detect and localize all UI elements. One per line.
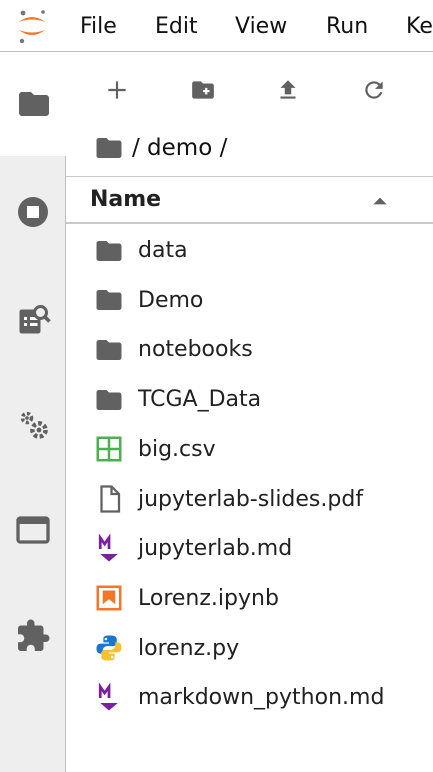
menu-run[interactable]: Run — [326, 14, 368, 39]
jupyter-logo-icon[interactable] — [14, 8, 50, 44]
folder-icon — [94, 236, 124, 266]
file-list-header[interactable]: Name — [66, 176, 433, 224]
file-row[interactable]: TCGA_Data — [66, 375, 433, 424]
markdown-icon — [94, 533, 124, 564]
notebook-icon — [94, 583, 124, 613]
upload-button[interactable] — [270, 74, 306, 106]
file-name: big.csv — [138, 436, 216, 462]
file-row[interactable]: big.csv — [66, 425, 433, 474]
tab-property-inspector[interactable] — [0, 372, 66, 476]
breadcrumb: / demo / — [94, 132, 227, 164]
plus-icon — [108, 81, 126, 99]
tab-commands[interactable] — [0, 268, 66, 372]
sort-ascending-icon[interactable] — [370, 191, 390, 211]
file-icon — [94, 484, 124, 514]
upload-icon — [280, 80, 296, 99]
menu-file[interactable]: File — [80, 14, 117, 39]
new-folder-button[interactable] — [185, 74, 221, 106]
file-row[interactable]: Demo — [66, 276, 433, 325]
new-launcher-button[interactable] — [99, 74, 135, 106]
tab-running[interactable] — [0, 160, 66, 264]
file-name: jupyterlab.md — [138, 536, 293, 562]
file-name: data — [138, 238, 188, 263]
column-name-header[interactable]: Name — [90, 187, 161, 212]
gears-icon — [20, 411, 48, 439]
breadcrumb-path[interactable]: / demo / — [132, 135, 227, 161]
file-name: Lorenz.ipynb — [138, 585, 279, 611]
menu-view[interactable]: View — [235, 14, 287, 39]
folder-icon — [94, 385, 124, 415]
file-row[interactable]: markdown_python.md — [66, 673, 433, 722]
file-name: Demo — [138, 287, 204, 313]
markdown-icon — [94, 682, 124, 713]
file-name: jupyterlab-slides.pdf — [138, 486, 364, 512]
menu-kernel[interactable]: Ke — [406, 14, 433, 39]
tab-extensions[interactable] — [0, 584, 66, 688]
left-sidebar — [0, 52, 67, 772]
new-folder-icon — [192, 81, 214, 99]
spreadsheet-icon — [94, 434, 124, 464]
stop-circle-icon — [18, 197, 48, 227]
window-icon — [16, 516, 50, 544]
file-name: lorenz.py — [138, 635, 240, 661]
home-folder-icon[interactable] — [94, 133, 124, 163]
menu-bar: File Edit View Run Ke — [0, 0, 433, 52]
file-name: notebooks — [138, 337, 253, 363]
file-row[interactable]: notebooks — [66, 325, 433, 374]
file-name: TCGA_Data — [138, 387, 262, 413]
file-row[interactable]: jupyterlab.md — [66, 524, 433, 573]
tab-file-browser[interactable] — [0, 52, 67, 156]
folder-icon — [94, 335, 124, 365]
file-row[interactable]: jupyterlab-slides.pdf — [66, 475, 433, 524]
file-name: markdown_python.md — [138, 685, 385, 711]
python-icon — [94, 633, 124, 663]
puzzle-icon — [18, 619, 50, 651]
file-row[interactable]: data — [66, 226, 433, 275]
tab-open-tabs[interactable] — [0, 478, 66, 582]
refresh-icon — [365, 81, 383, 99]
command-palette-icon — [19, 305, 51, 334]
file-browser-panel: / demo / Name data Demo notebooks TCGA_Data… — [66, 52, 433, 772]
file-row[interactable]: Lorenz.ipynb — [66, 574, 433, 623]
folder-icon — [94, 285, 124, 315]
folder-icon — [18, 92, 49, 116]
file-row[interactable]: lorenz.py — [66, 624, 433, 673]
menu-edit[interactable]: Edit — [155, 14, 198, 39]
refresh-button[interactable] — [356, 74, 392, 106]
